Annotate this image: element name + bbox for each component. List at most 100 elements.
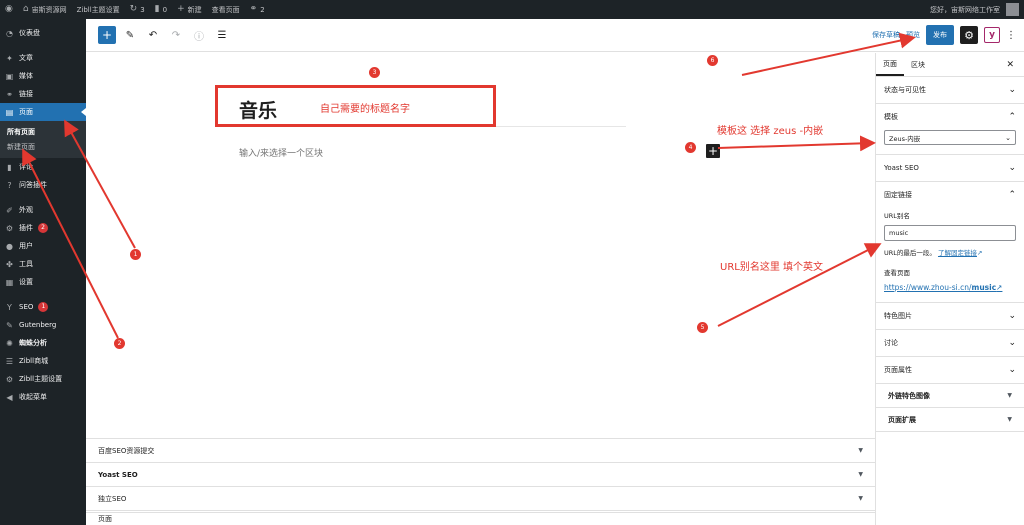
tab-page[interactable]: 页面 (876, 53, 904, 76)
settings-gear-icon[interactable]: ⚙ (960, 26, 978, 44)
sidebar-item-gutenberg[interactable]: ✎ Gutenberg (0, 316, 86, 334)
marker-3: 3 (369, 67, 380, 78)
comments-link[interactable]: ▮ 0 (150, 0, 172, 19)
preview-button[interactable]: 预览 (906, 30, 920, 40)
caret-down-icon: ▼ (1007, 392, 1012, 399)
sidebar-item-tools[interactable]: ✤ 工具 (0, 255, 86, 273)
chevron-down-icon: ⌄ (1008, 365, 1016, 375)
sidebar-item-appearance[interactable]: ✐ 外观 (0, 201, 86, 219)
sidebar-item-media[interactable]: ▣ 媒体 (0, 67, 86, 85)
template-annotation: 模板这 选择 zeus -内嵌 (717, 126, 824, 137)
admin-sidebar: ◔ 仪表盘 ✦ 文章 ▣ 媒体 ⚭ 链接 ▤ 页面 所有页面 新建页面 ▮ 评论 ? 问答插件… (0, 19, 86, 525)
block-placeholder[interactable]: 输入/来选择一个区块 (239, 146, 323, 159)
tab-block[interactable]: 区块 (904, 53, 932, 76)
chevron-up-icon: ⌃ (1008, 112, 1016, 122)
plugins-update-badge: 2 (38, 223, 48, 233)
metabox-standalone-seo[interactable]: 独立SEO ▼ (86, 487, 875, 511)
view-page-label: 查看页面 (884, 269, 910, 277)
brush-icon: ✐ (6, 205, 13, 215)
sidebar-item-pages[interactable]: ▤ 页面 (0, 103, 86, 121)
sidebar-item-links[interactable]: ⚭ 链接 (0, 85, 86, 103)
submenu-all-pages[interactable]: 所有页面 (0, 124, 86, 139)
updates-link[interactable]: ↻ 3 (125, 0, 150, 19)
title-highlight-box (215, 85, 496, 127)
seo-badge: 1 (38, 302, 49, 312)
dashboard-icon: ◔ (6, 28, 13, 38)
settings-sidebar: 页面 区块 ✕ 状态与可见性 ⌄ 模板 ⌃ Zeus-内嵌 ⌄ Yoast SEO ⌄ … (875, 53, 1024, 525)
slug-annotation: URL别名这里 填个英文 (720, 262, 824, 273)
sidebar-item-zibll-shop[interactable]: ☰ Zibll商城 (0, 352, 86, 370)
permalink-url[interactable]: https://www.zhou-si.cn/music↗ (884, 283, 1016, 292)
marker-1: 1 (130, 249, 141, 260)
panel-discussion[interactable]: 讨论 ⌄ (876, 330, 1024, 357)
view-page-link[interactable]: 查看页面 (207, 0, 245, 19)
link-icon: ⚭ (6, 89, 13, 99)
theme-settings-link[interactable]: Zibll主题设置 (72, 0, 125, 19)
metabox-yoast-seo[interactable]: Yoast SEO ▼ (86, 463, 875, 487)
comment-icon: ▮ (154, 4, 160, 14)
sidebar-item-plugins[interactable]: ⚙ 插件 2 (0, 219, 86, 237)
template-select[interactable]: Zeus-内嵌 ⌄ (884, 130, 1016, 145)
sidebar-item-settings[interactable]: ▦ 设置 (0, 273, 86, 291)
site-name-link[interactable]: ⌂ 宙斯资源网 (18, 0, 72, 19)
sidebar-item-qa[interactable]: ? 问答插件 (0, 176, 86, 194)
yoast-icon[interactable]: y (984, 27, 1000, 43)
pencil-icon[interactable]: ✎ (121, 26, 139, 44)
redo-icon[interactable]: ↷ (167, 26, 185, 44)
gear-icon: ⚙ (5, 374, 14, 384)
marker-5: 5 (697, 322, 708, 333)
url-slug-input[interactable]: music (884, 225, 1016, 241)
links-link[interactable]: ⚭ 2 (245, 0, 270, 19)
url-slug-help: URL的最后一段。 了解固定链接↗ (884, 249, 983, 257)
new-content-link[interactable]: + 新建 (172, 0, 207, 19)
inline-add-block-button[interactable]: + (706, 144, 720, 158)
learn-permalink-link[interactable]: 了解固定链接 (938, 249, 977, 257)
chevron-down-icon: ⌄ (1008, 311, 1016, 321)
panel-page-attributes[interactable]: 页面属性 ⌄ (876, 357, 1024, 384)
home-icon: ⌂ (22, 4, 29, 14)
sidebar-collapse[interactable]: ◀ 收起菜单 (0, 388, 86, 406)
sidebar-item-posts[interactable]: ✦ 文章 (0, 49, 86, 67)
plus-icon: + (177, 4, 185, 14)
toolbar-actions: 保存草稿 预览 发布 ⚙ y ⋮ (872, 25, 1024, 45)
panel-page-extension[interactable]: 页面扩展 ▼ (876, 408, 1024, 432)
more-vertical-icon[interactable]: ⋮ (1006, 30, 1016, 41)
user-icon: ● (6, 241, 13, 251)
sidebar-item-users[interactable]: ● 用户 (0, 237, 86, 255)
panel-template-header[interactable]: 模板 ⌃ (884, 104, 1016, 130)
panel-yoast[interactable]: Yoast SEO ⌄ (876, 155, 1024, 182)
metabox-baidu-seo[interactable]: 百度SEO资源提交 ▼ (86, 439, 875, 463)
chevron-up-icon: ⌃ (1008, 190, 1016, 200)
caret-down-icon: ▼ (858, 495, 863, 502)
sidebar-item-comments[interactable]: ▮ 评论 (0, 158, 86, 176)
panel-external-image[interactable]: 外链特色图像 ▼ (876, 384, 1024, 408)
sidebar-item-analytics[interactable]: ✺ 蜘蛛分析 (0, 334, 86, 352)
close-icon[interactable]: ✕ (1006, 53, 1024, 76)
panel-status[interactable]: 状态与可见性 ⌄ (876, 77, 1024, 104)
plugin-icon: ⚙ (5, 223, 14, 233)
panel-permalink-header[interactable]: 固定链接 ⌃ (884, 182, 1016, 208)
info-icon[interactable]: ⓘ (190, 26, 208, 44)
pages-submenu: 所有页面 新建页面 (0, 121, 86, 158)
panel-featured-image[interactable]: 特色图片 ⌄ (876, 303, 1024, 330)
wrench-icon: ✤ (6, 259, 13, 269)
sidebar-item-seo[interactable]: Y SEO 1 (0, 298, 86, 316)
pin-icon: ✦ (6, 53, 13, 63)
undo-icon[interactable]: ↶ (144, 26, 162, 44)
list-view-icon[interactable]: ☰ (213, 26, 231, 44)
wordpress-logo-icon[interactable]: ◉ (0, 0, 18, 19)
add-block-button[interactable]: + (98, 26, 116, 44)
marker-2: 2 (114, 338, 125, 349)
submenu-new-page[interactable]: 新建页面 (0, 139, 86, 154)
sidebar-item-dashboard[interactable]: ◔ 仪表盘 (0, 24, 86, 42)
collapse-icon: ◀ (6, 392, 13, 402)
media-icon: ▣ (5, 71, 14, 81)
caret-down-icon: ▼ (1007, 416, 1012, 423)
metabox-area: 百度SEO资源提交 ▼ Yoast SEO ▼ 独立SEO ▼ (86, 438, 875, 512)
save-draft-button[interactable]: 保存草稿 (872, 30, 900, 40)
publish-button[interactable]: 发布 (926, 25, 954, 45)
external-link-icon: ↗ (996, 283, 1003, 292)
my-account-link[interactable]: 您好，宙斯网络工作室 (925, 0, 1024, 19)
marker-6: 6 (707, 55, 718, 66)
sidebar-item-zibll-theme[interactable]: ⚙ Zibll主题设置 (0, 370, 86, 388)
